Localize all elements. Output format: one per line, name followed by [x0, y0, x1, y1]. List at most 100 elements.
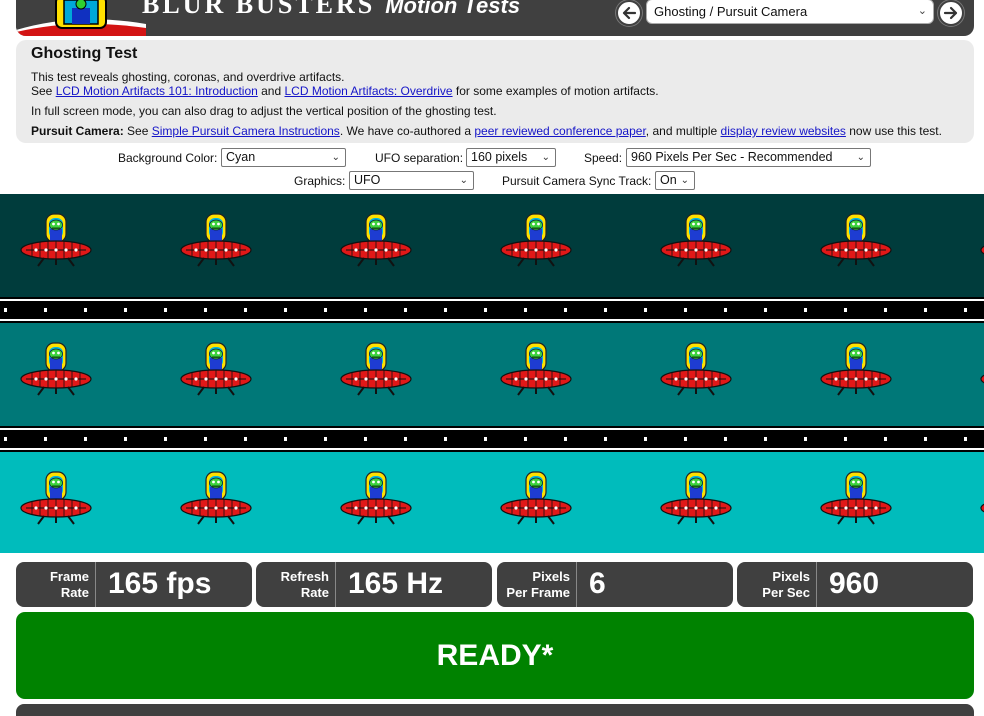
stat-label: Pixels Per Sec [737, 562, 817, 607]
ufo-sprite [340, 341, 412, 399]
speed-value: 960 Pixels Per Sec - Recommended [631, 150, 833, 164]
link-intro[interactable]: LCD Motion Artifacts 101: Introduction [56, 84, 258, 98]
ufo-sprite [980, 470, 984, 528]
pursuit-see: See [123, 124, 152, 138]
next-test-button[interactable] [938, 0, 964, 26]
ufo-sprite [500, 470, 572, 528]
pursuit-label: Pursuit Camera: [31, 124, 124, 138]
fullscreen-text: In full screen mode, you can also drag t… [31, 104, 497, 118]
arrow-right-icon [943, 6, 958, 20]
pursuit-mid2: , and multiple [645, 124, 721, 138]
header-bar: BLUR BUSTERS Motion Tests Ghosting / Purs… [16, 0, 974, 36]
chevron-down-icon: ⌄ [459, 175, 468, 186]
blur-busters-logo[interactable] [16, 0, 146, 36]
test-selector-value: Ghosting / Pursuit Camera [654, 4, 808, 19]
graphics-select[interactable]: UFO ⌄ [349, 171, 474, 190]
stat-frame-rate: Frame Rate 165 fps [16, 562, 252, 607]
graphics-value: UFO [354, 173, 381, 187]
stat-value: 165 fps [108, 567, 212, 600]
ufo-sprite [180, 212, 252, 270]
ufo-sprite [20, 212, 92, 270]
pursuit-sync-track [0, 297, 984, 323]
sync-track-value: On [660, 173, 677, 187]
see-text: See [31, 84, 56, 98]
brand-main: BLUR BUSTERS [142, 0, 376, 19]
ufo-lane-medium [0, 323, 984, 426]
fullscreen-note: In full screen mode, you can also drag t… [31, 104, 974, 118]
see-also-tail: for some examples of motion artifacts. [452, 84, 659, 98]
stat-label-line2: Rate [300, 585, 329, 600]
ufo-sprite [660, 341, 732, 399]
stat-pixels-per-frame: Pixels Per Frame 6 [497, 562, 733, 607]
stat-label-line2: Per Sec [762, 585, 810, 600]
description-text: This test reveals ghosting, coronas, and… [31, 70, 345, 84]
page-title: Ghosting Test [31, 45, 138, 62]
link-overdrive[interactable]: LCD Motion Artifacts: Overdrive [285, 84, 453, 98]
ufo-sprite [660, 470, 732, 528]
info-panel: Ghosting Test This test reveals ghosting… [16, 40, 974, 143]
stat-value: 165 Hz [348, 567, 444, 600]
ufo-separation-value: 160 pixels [471, 150, 528, 164]
ufo-separation-label: UFO separation: [375, 151, 464, 165]
stat-label: Refresh Rate [256, 562, 336, 607]
prev-test-button[interactable] [616, 0, 642, 26]
graphics-label: Graphics: [294, 174, 346, 188]
bg-color-value: Cyan [226, 150, 256, 164]
chevron-down-icon: ⌄ [680, 175, 689, 186]
stat-refresh-rate: Refresh Rate 165 Hz [256, 562, 492, 607]
ufo-sprite [980, 341, 984, 399]
stat-label: Frame Rate [16, 562, 96, 607]
brand-title: BLUR BUSTERS Motion Tests [142, 0, 520, 20]
pursuit-sync-track [0, 426, 984, 452]
ufo-sprite [340, 470, 412, 528]
stat-pixels-per-sec: Pixels Per Sec 960 [737, 562, 973, 607]
brand-sub: Motion Tests [385, 0, 521, 18]
stat-label-line1: Refresh [280, 569, 329, 584]
ufo-lane-light [0, 452, 984, 553]
pursuit-camera-line: Pursuit Camera: See Simple Pursuit Camer… [31, 124, 974, 138]
ready-status-button[interactable]: READY* [16, 612, 974, 699]
arrow-left-icon [622, 6, 637, 20]
chevron-down-icon: ⌄ [917, 5, 927, 17]
stat-label-line2: Per Frame [506, 585, 570, 600]
bg-color-label: Background Color: [118, 151, 218, 165]
and-text: and [257, 84, 285, 98]
link-paper[interactable]: peer reviewed conference paper [474, 124, 645, 138]
ufo-sprite [660, 212, 732, 270]
speed-select[interactable]: 960 Pixels Per Sec - Recommended ⌄ [626, 148, 871, 167]
stat-label-line1: Pixels [772, 569, 810, 584]
see-also-line: See LCD Motion Artifacts 101: Introducti… [31, 84, 974, 98]
ufo-sprite [820, 341, 892, 399]
pursuit-mid: . We have co-authored a [339, 124, 475, 138]
ufo-separation-select[interactable]: 160 pixels ⌄ [466, 148, 556, 167]
ufo-sprite [340, 212, 412, 270]
chevron-down-icon: ⌄ [541, 152, 550, 163]
link-pursuit-instructions[interactable]: Simple Pursuit Camera Instructions [152, 124, 340, 138]
ufo-sprite [180, 341, 252, 399]
ufo-sprite [500, 341, 572, 399]
ufo-sprite [20, 341, 92, 399]
description-line: This test reveals ghosting, coronas, and… [31, 70, 974, 84]
stat-label-line1: Pixels [532, 569, 570, 584]
bg-color-select[interactable]: Cyan ⌄ [221, 148, 346, 167]
test-selector[interactable]: Ghosting / Pursuit Camera ⌄ [646, 0, 934, 24]
speed-label: Speed: [584, 151, 623, 165]
ufo-sprite [180, 470, 252, 528]
stat-label-line2: Rate [60, 585, 89, 600]
chevron-down-icon: ⌄ [331, 152, 340, 163]
ghosting-test-area[interactable] [0, 194, 984, 553]
ufo-sprite [20, 470, 92, 528]
stat-label: Pixels Per Frame [497, 562, 577, 607]
link-review-websites[interactable]: display review websites [721, 124, 846, 138]
chevron-down-icon: ⌄ [856, 152, 865, 163]
sync-track-select[interactable]: On ⌄ [655, 171, 695, 190]
sync-track-label: Pursuit Camera Sync Track: [502, 174, 652, 188]
stat-label-line1: Frame [49, 569, 89, 584]
ufo-sprite [980, 212, 984, 270]
ufo-sprite [500, 212, 572, 270]
stat-value: 6 [589, 567, 606, 600]
ufo-lane-dark [0, 194, 984, 297]
ufo-sprite [820, 470, 892, 528]
ufo-sprite [820, 212, 892, 270]
footer-bar [16, 704, 974, 716]
